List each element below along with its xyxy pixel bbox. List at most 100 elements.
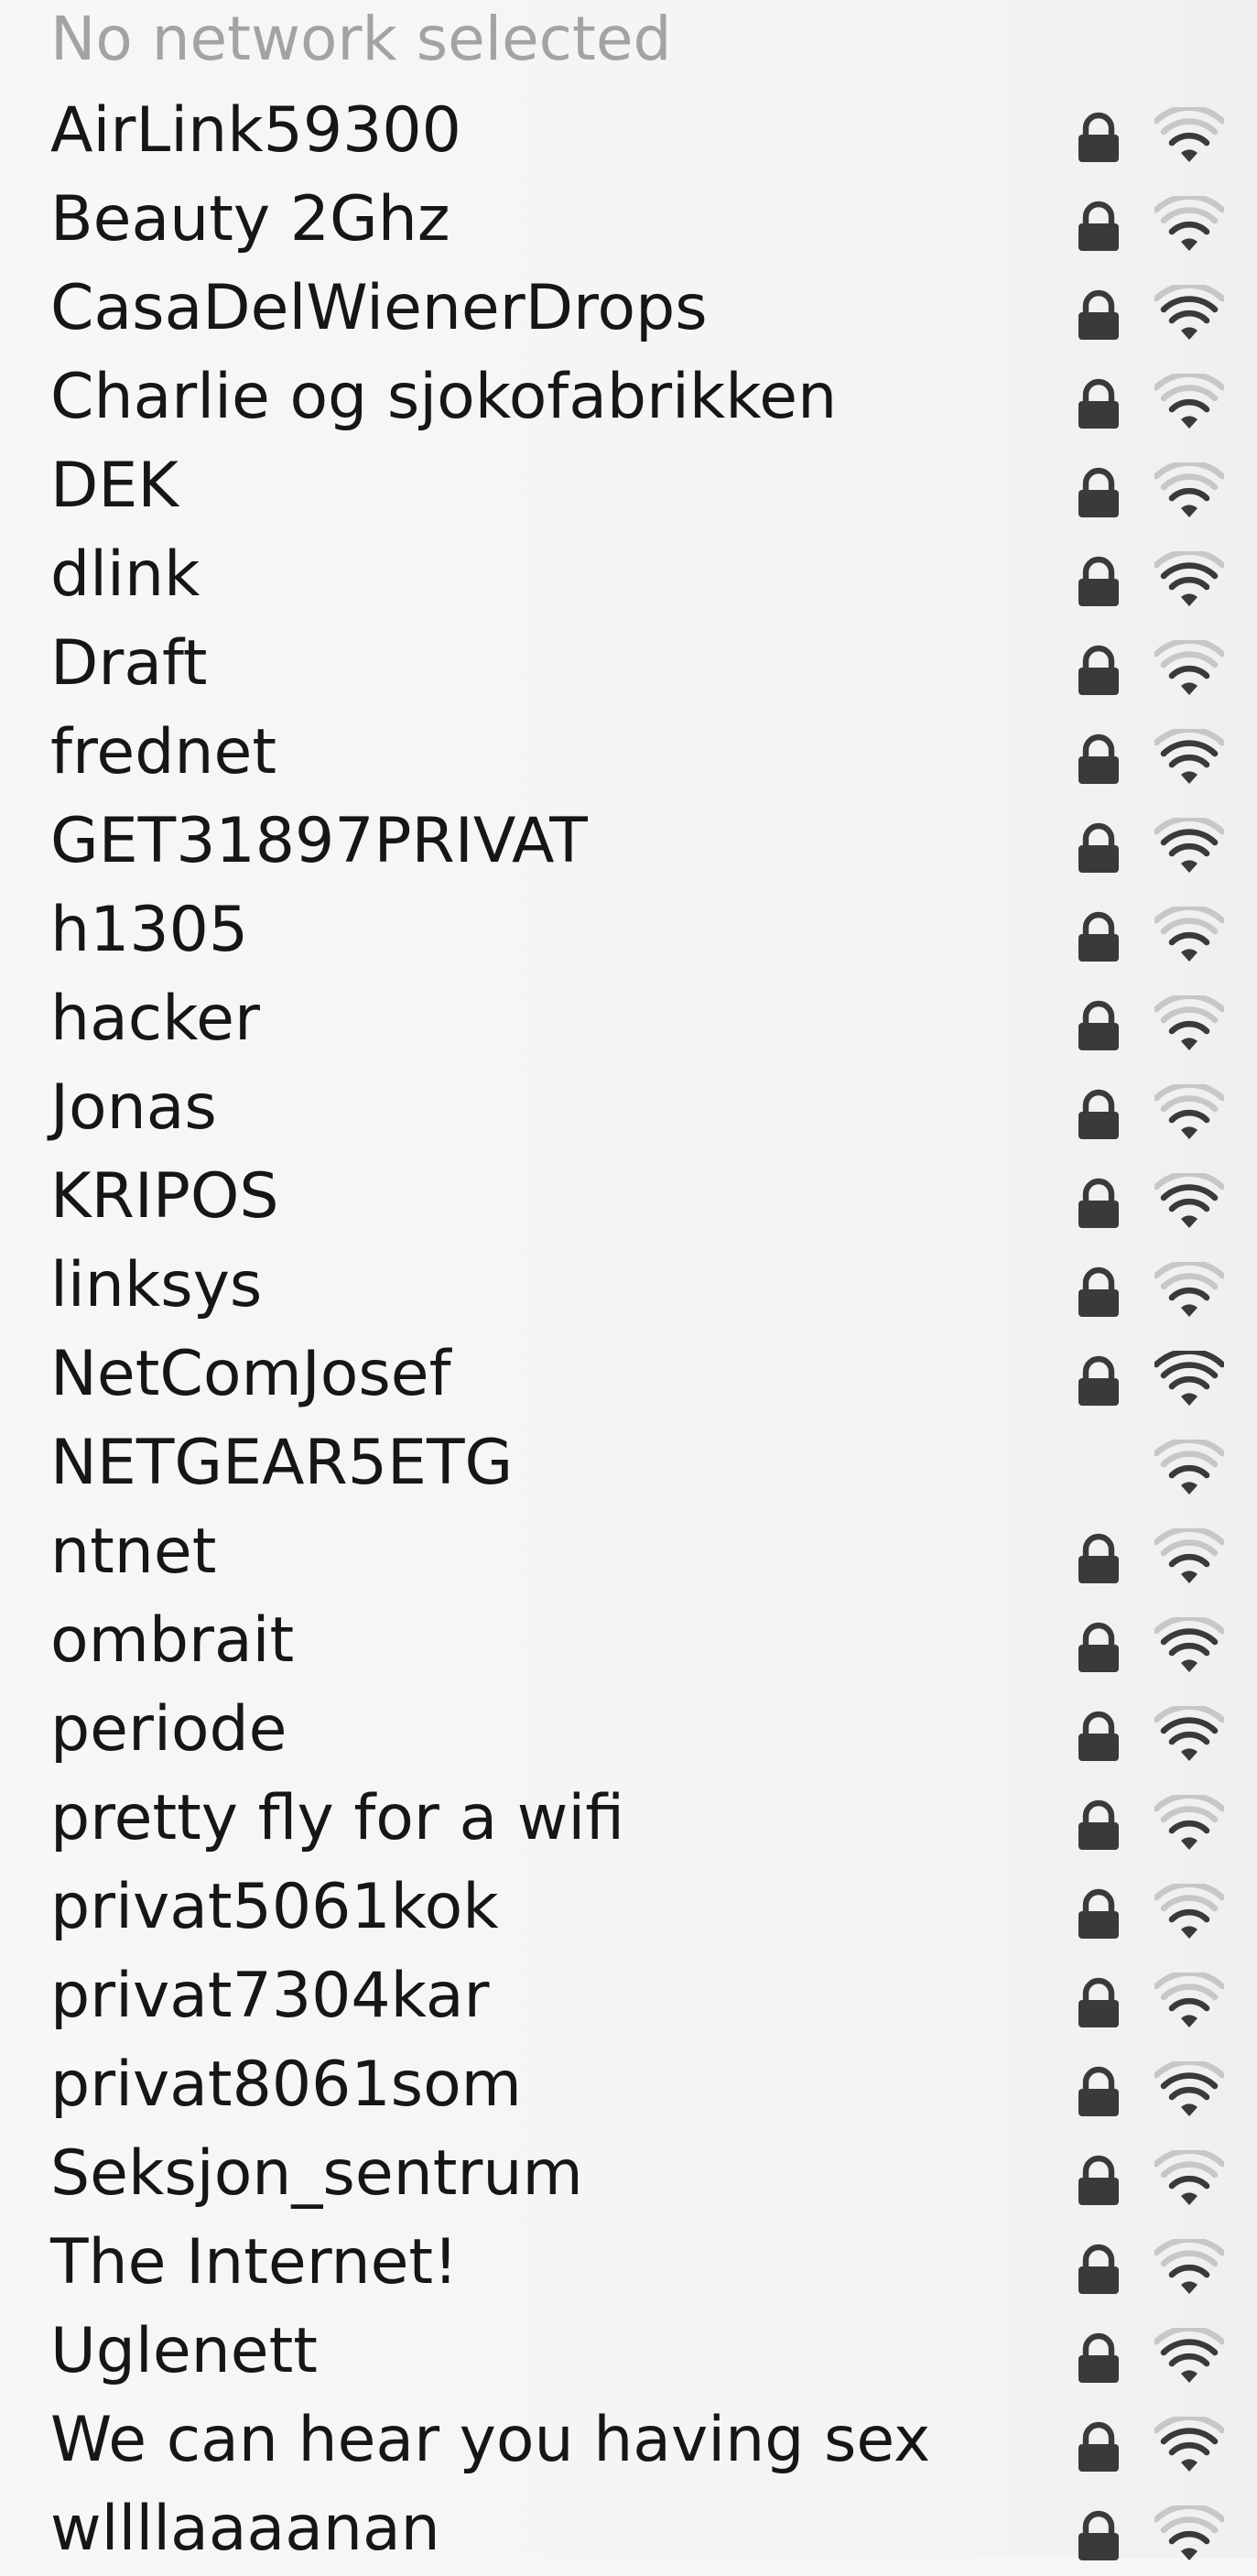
lock-icon xyxy=(1078,1711,1119,1761)
wifi-signal-icon xyxy=(1154,551,1224,606)
network-list-item[interactable]: hacker xyxy=(0,977,1257,1066)
lock-icon xyxy=(1078,112,1119,162)
network-name: Beauty 2Ghz xyxy=(50,183,450,255)
wifi-signal-icon xyxy=(1154,2239,1224,2294)
network-list-item[interactable]: Seksjon_sentrum xyxy=(0,2132,1257,2221)
wifi-signal-icon xyxy=(1154,1173,1224,1228)
network-name: privat7304kar xyxy=(50,1960,490,2032)
wifi-signal-icon xyxy=(1154,2061,1224,2116)
network-name: periode xyxy=(50,1693,287,1766)
lock-icon xyxy=(1078,1355,1119,1406)
wifi-signal-icon xyxy=(1154,2328,1224,2383)
wifi-signal-icon xyxy=(1154,1528,1224,1583)
network-list-item[interactable]: KRIPOS xyxy=(0,1155,1257,1244)
network-list: AirLink59300 Beauty 2Ghz CasaDelWienerDrop… xyxy=(0,89,1257,2576)
network-name: The Internet! xyxy=(50,2226,459,2299)
wifi-signal-icon xyxy=(1154,2505,1224,2560)
network-name: ntnet xyxy=(50,1516,217,1588)
network-name: AirLink59300 xyxy=(50,94,461,167)
network-list-item[interactable]: NetComJosef xyxy=(0,1332,1257,1421)
no-network-selected-label: No network selected xyxy=(50,4,672,74)
wifi-signal-icon xyxy=(1154,1084,1224,1139)
lock-icon xyxy=(1078,1266,1119,1317)
lock-icon xyxy=(1078,822,1119,873)
wifi-network-menu: No network selected AirLink59300 Beauty 2… xyxy=(0,0,1257,2565)
network-name: Jonas xyxy=(50,1071,217,1144)
network-list-item[interactable]: frednet xyxy=(0,711,1257,799)
wifi-signal-icon xyxy=(1154,462,1224,517)
network-list-item[interactable]: Draft xyxy=(0,622,1257,711)
network-list-item[interactable]: h1305 xyxy=(0,888,1257,977)
wifi-signal-icon xyxy=(1154,1351,1224,1406)
lock-icon xyxy=(1078,2332,1119,2383)
network-list-item[interactable]: Jonas xyxy=(0,1066,1257,1155)
network-name: GET31897PRIVAT xyxy=(50,805,588,877)
wifi-signal-icon xyxy=(1154,1440,1224,1495)
network-list-item[interactable]: ombrait xyxy=(0,1599,1257,1688)
network-list-item[interactable]: pretty fly for a wifi xyxy=(0,1777,1257,1865)
network-name: Uglenett xyxy=(50,2315,318,2387)
lock-icon xyxy=(1078,1888,1119,1939)
network-list-item[interactable]: linksys xyxy=(0,1244,1257,1332)
network-name: dlink xyxy=(50,538,200,611)
network-name: NETGEAR5ETG xyxy=(50,1427,514,1499)
lock-icon xyxy=(1078,2244,1119,2294)
wifi-signal-icon xyxy=(1154,995,1224,1050)
network-name: NetComJosef xyxy=(50,1338,451,1410)
lock-icon xyxy=(1078,1622,1119,1672)
network-list-item[interactable]: Uglenett xyxy=(0,2310,1257,2398)
network-list-item[interactable]: CasaDelWienerDrops xyxy=(0,266,1257,355)
network-list-item[interactable]: DEK xyxy=(0,444,1257,533)
lock-icon xyxy=(1078,1799,1119,1850)
wifi-signal-icon xyxy=(1154,1262,1224,1317)
network-name: We can hear you having sex xyxy=(50,2404,931,2476)
network-list-item[interactable]: NETGEAR5ETG xyxy=(0,1421,1257,1510)
wifi-signal-icon xyxy=(1154,818,1224,873)
lock-icon xyxy=(1078,2066,1119,2116)
network-list-item[interactable]: We can hear you having sex xyxy=(0,2398,1257,2487)
network-list-item[interactable]: periode xyxy=(0,1688,1257,1777)
lock-icon xyxy=(1078,2155,1119,2205)
network-list-item[interactable]: AirLink59300 xyxy=(0,89,1257,178)
network-name: privat5061kok xyxy=(50,1871,499,1943)
network-list-item[interactable]: wllllaaaanan xyxy=(0,2487,1257,2576)
wifi-signal-icon xyxy=(1154,1973,1224,2027)
lock-icon xyxy=(1078,1977,1119,2027)
wifi-signal-icon xyxy=(1154,2417,1224,2472)
network-list-item[interactable]: ntnet xyxy=(0,1510,1257,1599)
network-list-item[interactable]: The Internet! xyxy=(0,2221,1257,2310)
network-name: DEK xyxy=(50,450,179,522)
network-list-item[interactable]: privat7304kar xyxy=(0,1954,1257,2043)
wifi-signal-icon xyxy=(1154,1884,1224,1939)
wifi-signal-icon xyxy=(1154,1795,1224,1850)
lock-icon xyxy=(1078,289,1119,340)
wifi-signal-icon xyxy=(1154,907,1224,962)
network-list-item[interactable]: privat8061som xyxy=(0,2043,1257,2132)
network-list-item[interactable]: GET31897PRIVAT xyxy=(0,799,1257,888)
network-name: ombrait xyxy=(50,1604,295,1677)
network-list-item[interactable]: Charlie og sjokofabrikken xyxy=(0,355,1257,444)
lock-icon xyxy=(1078,1533,1119,1583)
network-name: wllllaaaanan xyxy=(50,2493,440,2565)
network-name: Charlie og sjokofabrikken xyxy=(50,361,838,433)
network-name: linksys xyxy=(50,1249,263,1321)
lock-icon xyxy=(1078,645,1119,695)
wifi-signal-icon xyxy=(1154,374,1224,429)
wifi-signal-icon xyxy=(1154,285,1224,340)
network-name: KRIPOS xyxy=(50,1160,279,1233)
network-list-item[interactable]: Beauty 2Ghz xyxy=(0,178,1257,266)
lock-icon xyxy=(1078,1089,1119,1139)
network-name: Seksjon_sentrum xyxy=(50,2137,583,2210)
lock-icon xyxy=(1078,2510,1119,2560)
network-name: pretty fly for a wifi xyxy=(50,1782,625,1854)
lock-icon xyxy=(1078,1000,1119,1050)
network-name: hacker xyxy=(50,983,260,1055)
wifi-signal-icon xyxy=(1154,2150,1224,2205)
wifi-signal-icon xyxy=(1154,1706,1224,1761)
wifi-signal-icon xyxy=(1154,1617,1224,1672)
network-list-item[interactable]: dlink xyxy=(0,533,1257,622)
wifi-signal-icon xyxy=(1154,196,1224,251)
network-list-item[interactable]: privat5061kok xyxy=(0,1865,1257,1954)
network-name: h1305 xyxy=(50,894,249,966)
lock-icon xyxy=(1078,378,1119,429)
